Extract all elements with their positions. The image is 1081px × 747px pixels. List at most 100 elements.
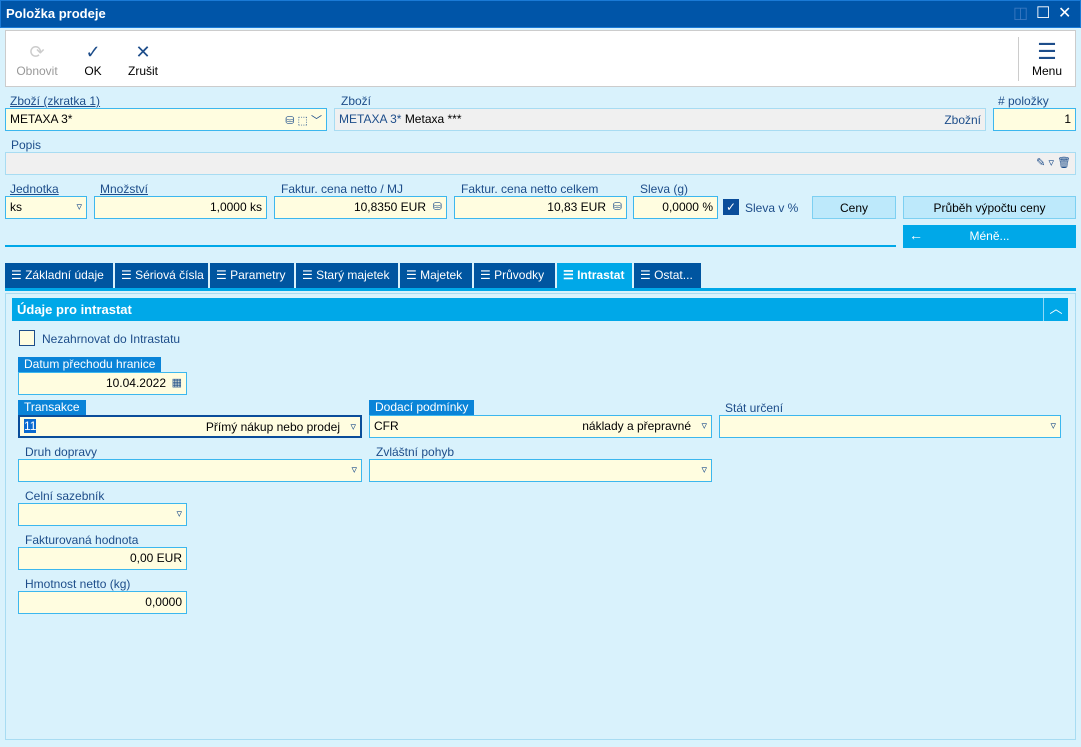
- pohyb-label: Zvláštní pohyb: [376, 445, 455, 459]
- tab-label: Průvodky: [494, 268, 545, 282]
- zbozi-type: Zbožní: [944, 113, 981, 127]
- ok-button[interactable]: ✓ OK: [78, 40, 108, 78]
- dodaci-code: CFR: [374, 419, 399, 433]
- sleva-input[interactable]: 0,0000 %: [633, 196, 718, 219]
- tab-label: Starý majetek: [316, 268, 390, 282]
- cena-celkem-label: Faktur. cena netto celkem: [461, 182, 599, 196]
- tab-parametry[interactable]: ☰ Parametry: [210, 263, 294, 288]
- sleva-pct-label: Sleva v %: [745, 201, 799, 215]
- dropdown-icon: ▿: [351, 464, 357, 476]
- dropdown-icon: ▿: [176, 508, 182, 520]
- divider: [5, 245, 896, 247]
- toolbar: [5, 30, 1076, 87]
- cena-mj-input[interactable]: 10,8350 EUR ⛁: [274, 196, 447, 219]
- dropdown-icon: ▿: [350, 421, 356, 433]
- zbozi-zkratka-value: METAXA 3*: [10, 112, 73, 126]
- jednotka-value: ks: [10, 200, 22, 214]
- zbozi-label: Zboží: [341, 94, 372, 108]
- window-title: Položka prodeje: [6, 6, 106, 21]
- maximize-button[interactable]: ☐: [1036, 3, 1050, 23]
- zbozi-zkratka-input[interactable]: METAXA 3* ⛁ ⬚ ﹀: [5, 108, 327, 131]
- stat-select[interactable]: ▿: [719, 415, 1061, 438]
- popis-label: Popis: [11, 138, 42, 152]
- arrow-left-icon: ←: [909, 227, 923, 243]
- mene-label: Méně...: [969, 229, 1010, 243]
- section-header: Údaje pro intrastat: [12, 298, 1068, 321]
- dodaci-text: náklady a přepravné: [582, 419, 691, 433]
- hodnota-input[interactable]: 0,00 EUR: [18, 547, 187, 570]
- tab-label: Základní údaje: [25, 268, 104, 282]
- tab-intrastat[interactable]: ☰ Intrastat: [557, 263, 632, 288]
- coins-icon[interactable]: ⛁: [433, 200, 442, 213]
- nezahrnovat-label: Nezahrnovat do Intrastatu: [42, 332, 181, 346]
- tab-label: Parametry: [230, 268, 286, 282]
- transakce-text: Přímý nákup nebo prodej: [205, 420, 340, 434]
- druh-label: Druh dopravy: [25, 445, 98, 459]
- check-icon: ✓: [85, 42, 101, 62]
- transakce-code: 11: [24, 419, 37, 433]
- tab-underline: [5, 288, 1076, 291]
- dodaci-select[interactable]: CFR náklady a přepravné ▿: [369, 415, 712, 438]
- x-icon: ✕: [135, 42, 151, 62]
- ceny-button[interactable]: Ceny: [812, 196, 896, 219]
- mnozstvi-input[interactable]: 1,0000 ks: [94, 196, 267, 219]
- cancel-label: Zrušit: [128, 64, 158, 78]
- nezahrnovat-checkbox[interactable]: [19, 330, 35, 346]
- section-title: Údaje pro intrastat: [17, 302, 132, 317]
- datum-value: 10.04.2022: [105, 376, 166, 390]
- popis-input[interactable]: ✎ ▿ 🗑: [5, 152, 1076, 175]
- dropdown-icon: ▿: [701, 464, 707, 476]
- hamburger-icon: ☰: [1037, 39, 1057, 64]
- cena-celkem-value: 10,83 EUR: [547, 200, 606, 214]
- transakce-label: Transakce: [18, 400, 86, 415]
- refresh-icon: ⟳: [29, 42, 45, 62]
- cena-mj-value: 10,8350 EUR: [353, 200, 426, 214]
- zbozi-field: METAXA 3* Metaxa *** Zbožní: [334, 108, 986, 131]
- dropdown-icon: ▿: [701, 420, 707, 432]
- zbozi-code: METAXA 3*: [339, 112, 402, 126]
- tab-seriova-cisla[interactable]: ☰ Sériová čísla: [115, 263, 208, 288]
- close-button[interactable]: ✕: [1058, 3, 1071, 23]
- tab-pruvodky[interactable]: ☰ Průvodky: [474, 263, 555, 288]
- coins-icon[interactable]: ⛁: [613, 200, 622, 213]
- sazebnik-select[interactable]: ▿: [18, 503, 187, 526]
- lookup-chevron-icon[interactable]: ⛁ ⬚ ﹀: [285, 112, 322, 128]
- zbozi-zkratka-label: Zboží (zkratka 1): [10, 94, 101, 108]
- stat-label: Stát určení: [725, 401, 784, 415]
- mene-button[interactable]: ← Méně...: [903, 225, 1076, 248]
- pohyb-select[interactable]: ▿: [369, 459, 712, 482]
- tab-label: Ostat...: [654, 268, 693, 282]
- tab-label: Sériová čísla: [135, 268, 204, 282]
- sazebnik-label: Celní sazebník: [25, 489, 105, 503]
- menu-button[interactable]: ☰ Menu: [1028, 39, 1066, 79]
- restore-icon[interactable]: ◫: [1013, 3, 1028, 23]
- calendar-icon[interactable]: ▦: [172, 376, 182, 389]
- tab-majetek[interactable]: ☰ Majetek: [400, 263, 472, 288]
- tab-label: Intrastat: [577, 268, 625, 282]
- dropdown-icon: ▿: [1050, 420, 1056, 432]
- menu-label: Menu: [1031, 64, 1063, 78]
- sleva-pct-checkbox[interactable]: ✓: [723, 199, 739, 215]
- jednotka-select[interactable]: ks ▿: [5, 196, 87, 219]
- polozky-label: # položky: [998, 94, 1049, 108]
- prubeh-button[interactable]: Průběh výpočtu ceny: [903, 196, 1076, 219]
- dodaci-label: Dodací podmínky: [369, 400, 475, 415]
- tab-zakladni-udaje[interactable]: ☰ Základní údaje: [5, 263, 113, 288]
- datum-input[interactable]: 10.04.2022 ▦: [18, 372, 187, 395]
- tab-stary-majetek[interactable]: ☰ Starý majetek: [296, 263, 398, 288]
- druh-select[interactable]: ▿: [18, 459, 362, 482]
- edit-icon[interactable]: ✎ ▿ 🗑: [1036, 156, 1071, 169]
- collapse-button[interactable]: ︿: [1043, 298, 1068, 321]
- hodnota-label: Fakturovaná hodnota: [25, 533, 139, 547]
- jednotka-label: Jednotka: [10, 182, 59, 196]
- cena-celkem-input[interactable]: 10,83 EUR ⛁: [454, 196, 627, 219]
- ok-label: OK: [84, 64, 102, 78]
- transakce-select[interactable]: 11 Přímý nákup nebo prodej ▿: [18, 415, 362, 438]
- polozky-input[interactable]: 1: [993, 108, 1076, 131]
- cancel-button[interactable]: ✕ Zrušit: [124, 40, 162, 78]
- title-bar: [0, 0, 1081, 28]
- dropdown-icon: ▿: [76, 201, 82, 213]
- refresh-button[interactable]: ⟳ Obnovit: [14, 40, 60, 78]
- tab-ostatni[interactable]: ☰ Ostat...: [634, 263, 701, 288]
- hmotnost-input[interactable]: 0,0000: [18, 591, 187, 614]
